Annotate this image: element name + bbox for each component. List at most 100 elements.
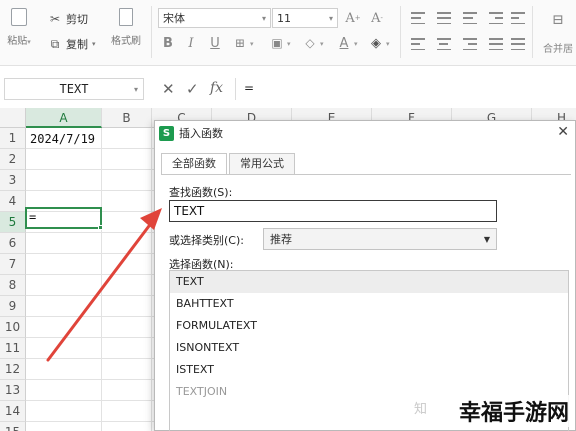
list-item[interactable]: BAHTTEXT xyxy=(170,293,568,315)
copy-button[interactable]: ⧉ 复制 ▾ xyxy=(48,35,96,53)
list-item[interactable]: FORMULATEXT xyxy=(170,315,568,337)
category-label: 或选择类别(C): xyxy=(169,234,244,247)
name-box[interactable]: TEXT ▾ xyxy=(4,78,144,100)
formula-bar: TEXT ▾ ✕ ✓ fx = xyxy=(0,74,576,104)
search-label: 查找函数(S): xyxy=(169,186,233,199)
ribbon-divider xyxy=(400,6,401,58)
select-all-corner[interactable] xyxy=(0,108,26,128)
increase-font-icon[interactable]: A + xyxy=(345,10,361,26)
category-select[interactable]: 推荐 ▼ xyxy=(263,228,497,250)
row-header-13[interactable]: 13 xyxy=(0,380,26,401)
search-function-input[interactable]: TEXT xyxy=(169,200,497,222)
borders-icon[interactable]: ⊞ xyxy=(232,35,248,51)
row-header-5[interactable]: 5 xyxy=(0,212,26,233)
watermark: 幸福手游网 xyxy=(455,395,572,427)
grid-column-line xyxy=(151,128,152,431)
cancel-icon[interactable]: ✕ xyxy=(162,80,175,98)
column-header-a[interactable]: A xyxy=(26,108,102,128)
cut-label: 剪切 xyxy=(66,13,88,26)
chevron-down-icon: ▾ xyxy=(354,40,358,48)
paste-button[interactable]: 粘贴▾ xyxy=(2,0,36,47)
cut-button[interactable]: ✂ 剪切 xyxy=(48,10,88,28)
dialog-tabs: 全部函数 常用公式 xyxy=(161,153,297,175)
row-header-2[interactable]: 2 xyxy=(0,149,26,170)
column-header-b[interactable]: B xyxy=(102,108,152,128)
align-middle-icon[interactable] xyxy=(437,12,451,24)
decrease-font-icon[interactable]: A- xyxy=(369,10,385,26)
row-header-1[interactable]: 1 xyxy=(0,128,26,149)
chevron-down-icon: ▾ xyxy=(386,40,390,48)
ribbon-divider xyxy=(151,6,152,58)
category-value: 推荐 xyxy=(270,233,292,246)
close-icon[interactable]: ✕ xyxy=(557,124,569,140)
row-header-11[interactable]: 11 xyxy=(0,338,26,359)
chevron-down-icon: ▼ xyxy=(483,234,490,244)
scissors-icon: ✂ xyxy=(49,12,61,26)
tab-divider xyxy=(161,174,571,175)
copy-label: 复制 xyxy=(66,38,88,51)
chevron-down-icon: ▾ xyxy=(250,40,254,48)
list-item[interactable]: ISTEXT xyxy=(170,359,568,381)
align-left-icon[interactable] xyxy=(411,38,425,50)
dialog-title: 插入函数 xyxy=(179,127,223,140)
underline-icon[interactable]: U xyxy=(207,35,223,51)
chevron-down-icon: ▾ xyxy=(328,13,333,23)
copy-icon: ⧉ xyxy=(50,36,60,51)
eraser-icon[interactable]: ◈ xyxy=(368,35,384,51)
merge-center-icon[interactable]: ⊟ xyxy=(550,12,566,28)
font-color-icon[interactable]: A xyxy=(336,35,352,51)
formula-input[interactable]: = xyxy=(235,78,576,100)
fill-handle[interactable] xyxy=(98,225,103,230)
grid-column-line xyxy=(101,128,102,431)
italic-icon[interactable]: I xyxy=(183,35,199,51)
justify-icon[interactable] xyxy=(489,38,503,50)
row-header-3[interactable]: 3 xyxy=(0,170,26,191)
align-center-icon[interactable] xyxy=(437,38,451,50)
fill-color-icon[interactable]: ◇ xyxy=(302,35,318,51)
tab-all-functions[interactable]: 全部函数 xyxy=(161,153,227,175)
distribute-icon[interactable] xyxy=(511,38,525,50)
row-header-15[interactable]: 15 xyxy=(0,422,26,431)
clipboard-icon xyxy=(11,8,27,26)
font-size-select[interactable]: 11 ▾ xyxy=(272,8,338,28)
font-size-value: 11 xyxy=(277,11,291,25)
row-header-7[interactable]: 7 xyxy=(0,254,26,275)
merge-center-label[interactable]: 合并居 xyxy=(543,40,573,55)
brush-icon xyxy=(119,8,133,26)
row-header-6[interactable]: 6 xyxy=(0,233,26,254)
row-header-4[interactable]: 4 xyxy=(0,191,26,212)
row-header-12[interactable]: 12 xyxy=(0,359,26,380)
paste-label: 粘贴 xyxy=(7,36,28,47)
ribbon-divider xyxy=(532,6,533,58)
indent-icon[interactable] xyxy=(489,12,503,24)
tab-common-formulas[interactable]: 常用公式 xyxy=(229,153,295,175)
cell-a5[interactable]: = xyxy=(29,210,36,224)
insert-function-button[interactable]: fx xyxy=(210,80,223,96)
chevron-down-icon: ▾ xyxy=(261,13,266,23)
align-bottom-icon[interactable] xyxy=(463,12,477,24)
chevron-down-icon: ▾ xyxy=(287,40,291,48)
format-painter-label: 格式刷 xyxy=(111,36,141,47)
bold-icon[interactable]: B xyxy=(160,35,176,51)
list-item[interactable]: ISNONTEXT xyxy=(170,337,568,359)
dialog-title-bar[interactable]: S 插入函数 xyxy=(155,121,575,145)
insert-function-dialog: S 插入函数 ✕ 全部函数 常用公式 查找函数(S): TEXT 或选择类别(C… xyxy=(154,120,576,431)
active-cell-a5[interactable] xyxy=(25,207,102,229)
list-item[interactable]: TEXT xyxy=(170,271,568,293)
outdent-icon[interactable] xyxy=(511,12,525,24)
name-box-value: TEXT xyxy=(59,82,89,96)
row-header-10[interactable]: 10 xyxy=(0,317,26,338)
font-name-value: 宋体 xyxy=(163,12,185,25)
wps-logo-icon: S xyxy=(159,125,174,141)
align-right-icon[interactable] xyxy=(463,38,477,50)
enter-icon[interactable]: ✓ xyxy=(186,80,199,98)
row-header-8[interactable]: 8 xyxy=(0,275,26,296)
chevron-down-icon: ▾ xyxy=(320,40,324,48)
row-header-9[interactable]: 9 xyxy=(0,296,26,317)
merge-cells-icon[interactable]: ▣ xyxy=(269,35,285,51)
align-top-icon[interactable] xyxy=(411,12,425,24)
font-name-select[interactable]: 宋体 ▾ xyxy=(158,8,271,28)
row-header-14[interactable]: 14 xyxy=(0,401,26,422)
cell-a1[interactable]: 2024/7/19 xyxy=(30,132,95,146)
format-painter-button[interactable]: 格式刷 xyxy=(106,0,146,47)
